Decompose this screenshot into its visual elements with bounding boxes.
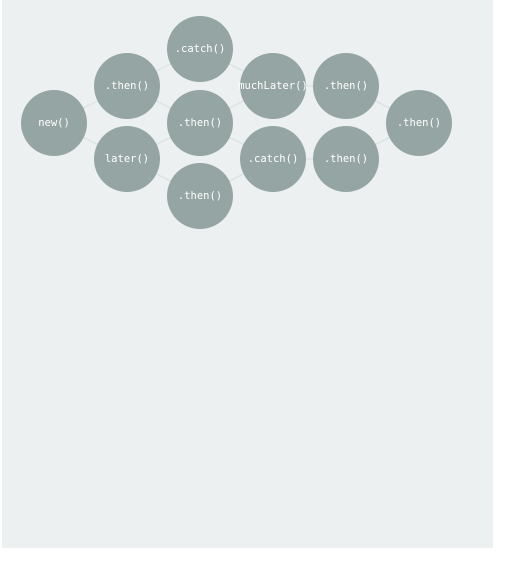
node-label: .then() xyxy=(105,80,149,92)
node-label: .then() xyxy=(178,117,222,129)
node-then4: .then() xyxy=(313,53,379,119)
diagram-canvas: new() .then() later() .catch() .then() .then(… xyxy=(2,0,493,548)
node-label: .then() xyxy=(324,80,368,92)
node-label: later() xyxy=(105,153,149,165)
node-label: .then() xyxy=(324,153,368,165)
node-then6: .then() xyxy=(386,90,452,156)
node-label: .catch() xyxy=(175,43,226,55)
promise-chain-diagram: new() .then() later() .catch() .then() .then(… xyxy=(21,16,452,229)
node-label: muchLater() xyxy=(238,80,308,92)
node-then2: .then() xyxy=(167,90,233,156)
node-catch1: .catch() xyxy=(167,16,233,82)
node-new: new() xyxy=(21,90,87,156)
node-label: new() xyxy=(38,117,70,129)
node-later: later() xyxy=(94,126,160,192)
node-label: .catch() xyxy=(248,153,299,165)
node-then1: .then() xyxy=(94,53,160,119)
node-catch2: .catch() xyxy=(240,126,306,192)
node-muchLater: muchLater() xyxy=(238,53,308,119)
node-label: .then() xyxy=(397,117,441,129)
node-then3: .then() xyxy=(167,163,233,229)
node-label: .then() xyxy=(178,190,222,202)
node-layer: new() .then() later() .catch() .then() .then(… xyxy=(21,16,452,229)
node-then5: .then() xyxy=(313,126,379,192)
